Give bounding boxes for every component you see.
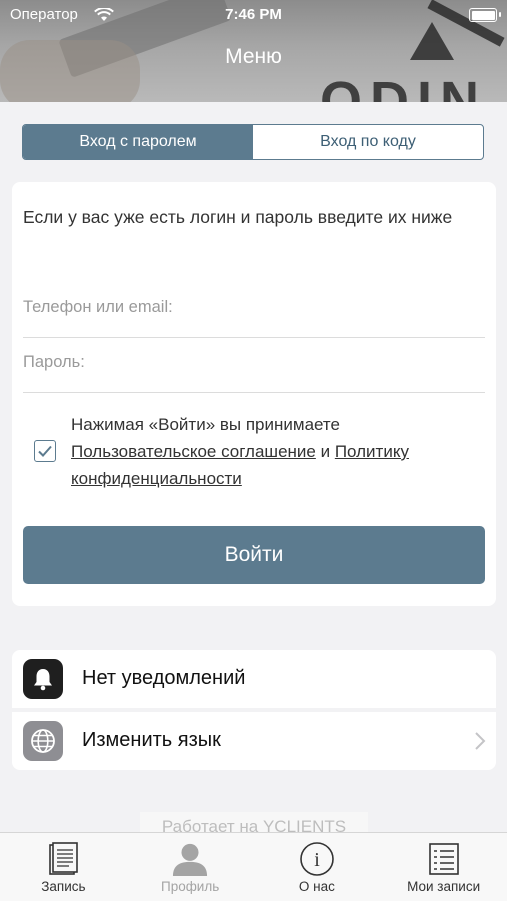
agreement-prefix: Нажимая «Войти» вы принимаете [71,415,340,434]
login-mode-tabs: Вход с паролем Вход по коду [22,124,484,160]
status-bar: Оператор 7:46 PM [10,6,501,26]
page-title: Меню [225,45,282,68]
list-icon [426,841,462,877]
tab-booking[interactable]: Запись [0,833,127,901]
tab-about[interactable]: i О нас [254,833,381,901]
password-input[interactable] [23,347,485,377]
password-field [23,337,485,393]
person-icon [172,841,208,877]
login-intro-text: Если у вас уже есть логин и пароль введи… [23,207,453,227]
notifications-label: Нет уведомлений [82,667,246,689]
tab-profile[interactable]: Профиль [127,833,254,901]
battery-level [471,10,495,20]
header: ODIN Оператор 7:46 PM Меню [0,0,507,102]
tab-my-bookings[interactable]: Мои записи [380,833,507,901]
bell-icon [23,659,63,699]
chevron-right-icon [474,731,486,756]
agreement-text: Нажимая «Войти» вы принимаете Пользовате… [71,411,481,492]
header-logo-text: ODIN [320,71,487,102]
document-icon [45,841,81,877]
battery-icon [469,8,501,22]
agreement-and: и [320,442,331,461]
status-time: 7:46 PM [225,6,282,23]
checkmark-icon [38,445,52,457]
tab-profile-label: Профиль [160,879,220,894]
tab-password-login[interactable]: Вход с паролем [23,125,253,159]
tab-code-login[interactable]: Вход по коду [253,125,483,159]
info-icon: i [299,841,335,877]
svg-text:i: i [314,849,320,871]
phone-email-input[interactable] [23,292,485,322]
notifications-row[interactable]: Нет уведомлений [12,650,496,708]
agreement-checkbox[interactable] [34,440,56,462]
tab-my-bookings-label: Мои записи [407,879,481,894]
tab-booking-label: Запись [41,879,86,894]
login-card: Если у вас уже есть логин и пароль введи… [12,182,496,606]
tab-bar: Запись Профиль i О нас Мои записи [0,832,507,901]
change-language-row[interactable]: Изменить язык [12,712,496,770]
login-button[interactable]: Войти [23,526,485,584]
globe-icon [23,721,63,761]
change-language-label: Изменить язык [82,729,221,751]
phone-email-field [23,282,485,338]
tab-about-label: О нас [298,879,335,894]
user-agreement-link[interactable]: Пользовательское соглашение [71,442,316,461]
